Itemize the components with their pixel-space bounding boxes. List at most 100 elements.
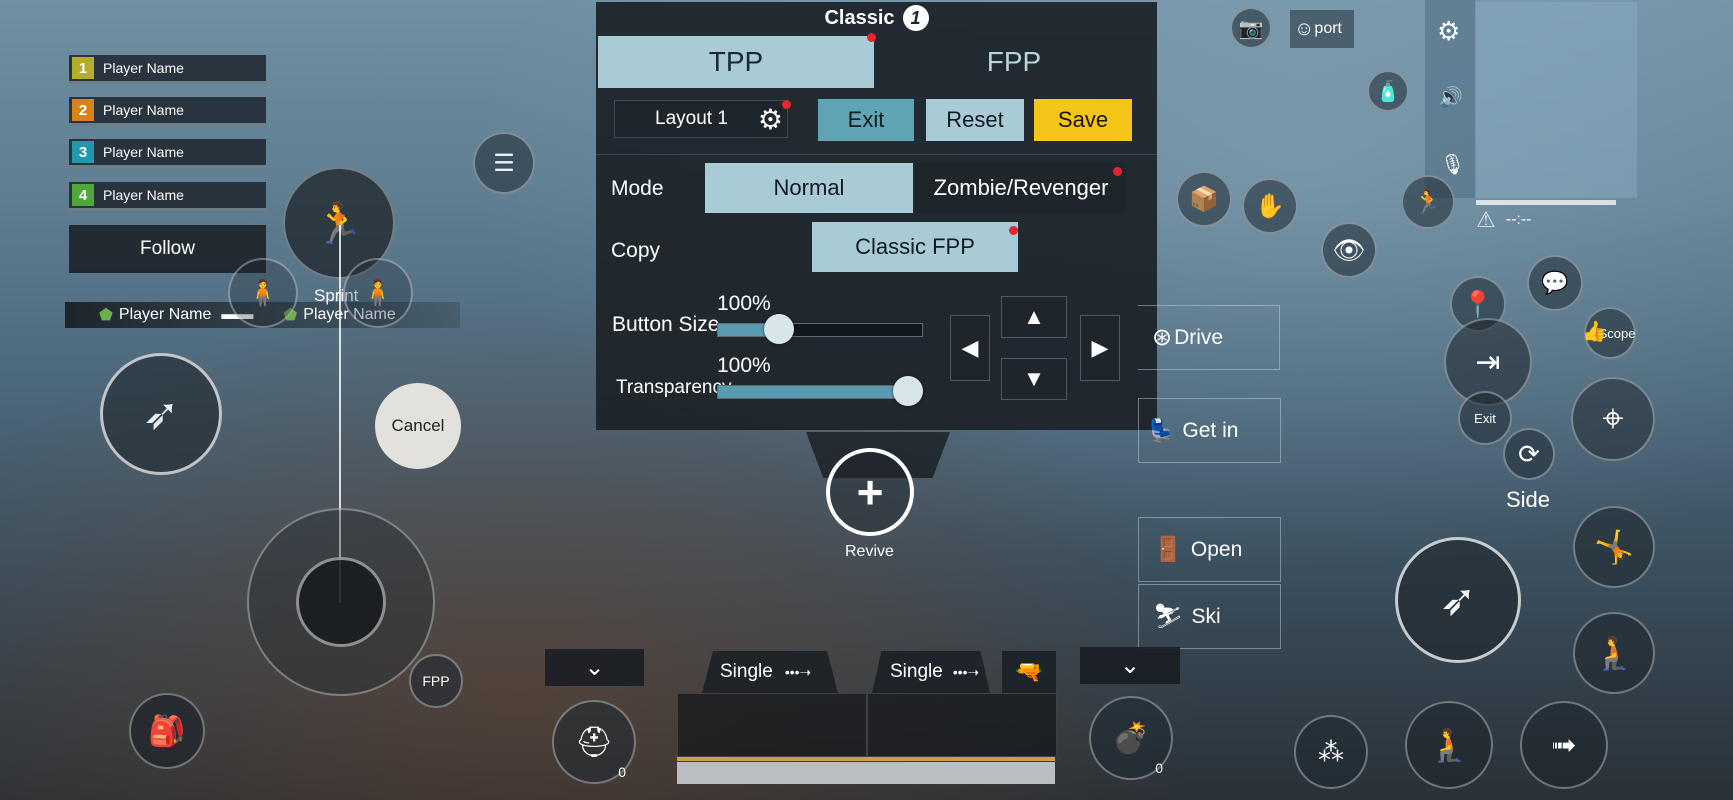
gear-icon[interactable]: ⚙ bbox=[1437, 16, 1460, 47]
vault-button[interactable]: Exit bbox=[1458, 391, 1512, 445]
move-left-button[interactable]: ◀ bbox=[950, 315, 990, 381]
fpp-label: FPP bbox=[422, 673, 450, 689]
crouch-button[interactable]: 🧍 bbox=[228, 258, 298, 328]
free-look-button[interactable]: 👁 bbox=[1321, 222, 1377, 278]
heal-expand-button[interactable]: ⌄ bbox=[545, 649, 644, 686]
layout-badge: 1 bbox=[902, 5, 929, 31]
weapon-slot-1[interactable] bbox=[677, 693, 867, 757]
teammate-number: 4 bbox=[72, 184, 94, 206]
spray-icon: 🧴 bbox=[1375, 80, 1401, 103]
exit-button[interactable]: Exit bbox=[818, 99, 914, 141]
exit-door-icon: ⇥ bbox=[1475, 345, 1501, 379]
killer-name: Player Name bbox=[118, 306, 212, 323]
gear-icon[interactable]: ⚙ bbox=[758, 103, 783, 136]
ski-label: Ski bbox=[1191, 604, 1221, 628]
perspective-toggle[interactable]: FPP bbox=[409, 654, 463, 708]
weapon-slot-2[interactable] bbox=[867, 693, 1057, 757]
rotate-icon: ⟳ bbox=[1518, 438, 1540, 469]
teammate-row-4: 4 Player Name bbox=[69, 182, 266, 211]
jump-icon: 🏃 bbox=[1413, 188, 1443, 216]
chat-button[interactable]: 💬 bbox=[1527, 255, 1583, 311]
microphone-icon[interactable]: 🎙 bbox=[1440, 152, 1465, 177]
ammo-button[interactable]: ⁂ bbox=[1294, 715, 1368, 789]
cancel-button[interactable]: Cancel bbox=[375, 383, 461, 469]
speaker-icon[interactable]: 🔊 bbox=[1438, 85, 1463, 110]
joystick-knob[interactable] bbox=[296, 557, 386, 647]
report-icon: ☺ bbox=[1294, 17, 1315, 40]
slider-knob[interactable] bbox=[764, 314, 794, 344]
movement-joystick[interactable] bbox=[247, 508, 435, 696]
side-switch-button[interactable]: ⟳ bbox=[1503, 428, 1555, 480]
loot-crate-button[interactable]: 📦 bbox=[1176, 171, 1232, 227]
prone-button[interactable]: ➟ bbox=[1520, 701, 1608, 789]
aim-button[interactable]: ⌖ bbox=[1571, 377, 1655, 461]
button-size-slider[interactable] bbox=[717, 314, 923, 344]
notification-dot bbox=[867, 33, 876, 42]
move-down-button[interactable]: ▼ bbox=[1001, 358, 1067, 400]
follow-button[interactable]: Follow bbox=[69, 225, 266, 273]
layout-selector[interactable]: Layout 1 ⚙ bbox=[614, 100, 788, 138]
screenshot-button[interactable]: 📷 bbox=[1230, 7, 1272, 49]
lean-icon: 🤸 bbox=[1594, 529, 1634, 565]
mode-zombie-option[interactable]: Zombie/Revenger bbox=[915, 163, 1127, 213]
backpack-button[interactable]: 🎒 bbox=[129, 693, 205, 769]
revive-button[interactable]: + bbox=[826, 448, 914, 536]
scope-button[interactable]: 👍 Scope bbox=[1582, 307, 1636, 359]
steering-wheel-icon: ⊛ bbox=[1152, 324, 1173, 351]
teammate-row-3: 3 Player Name bbox=[69, 139, 266, 168]
pistol-slot[interactable]: 🔫 bbox=[1002, 651, 1056, 693]
timer-text: --:-- bbox=[1505, 211, 1532, 228]
medkit-count: 0 bbox=[618, 764, 626, 780]
open-door-action[interactable]: 🚪 Open bbox=[1138, 517, 1281, 582]
move-right-button[interactable]: ▶ bbox=[1080, 315, 1120, 381]
reset-button[interactable]: Reset bbox=[926, 99, 1024, 141]
teammate-number: 2 bbox=[72, 99, 94, 121]
save-button[interactable]: Save bbox=[1034, 99, 1132, 141]
crouch-shooter-icon: 🧎 bbox=[1594, 635, 1634, 671]
fire-mode-icon: •••➝ bbox=[784, 663, 812, 680]
fire-mode-label: Single bbox=[720, 661, 773, 682]
map-toggle-button[interactable]: ☰ bbox=[473, 132, 535, 194]
lean-button[interactable]: 🤸 bbox=[1573, 506, 1655, 588]
weapon-slot-2-firemode[interactable]: Single •••➝ bbox=[872, 651, 990, 693]
weapon-slot-1-firemode[interactable]: Single •••➝ bbox=[702, 651, 838, 693]
mode-title: Classic bbox=[824, 6, 895, 29]
arrow-up-icon: ▲ bbox=[1023, 304, 1045, 329]
mode-normal-option[interactable]: Normal bbox=[705, 163, 913, 213]
get-in-action[interactable]: 💺 Get in bbox=[1138, 398, 1281, 463]
throwable-expand-button[interactable]: ⌄ bbox=[1080, 647, 1180, 684]
copy-layout-button[interactable]: Classic FPP bbox=[812, 222, 1018, 272]
peek-button[interactable]: 🧍 bbox=[343, 258, 413, 328]
kneel-icon: 🧎 bbox=[1429, 727, 1469, 763]
pickup-button[interactable]: ✋ bbox=[1242, 178, 1298, 234]
tab-tpp[interactable]: TPP bbox=[598, 36, 874, 88]
camera-icon: 📷 bbox=[1238, 17, 1264, 40]
peek-icon: 🧍 bbox=[361, 277, 395, 308]
eye-icon: 👁 bbox=[1332, 234, 1366, 265]
minimap[interactable] bbox=[1476, 2, 1637, 198]
transparency-slider[interactable] bbox=[717, 376, 923, 406]
slider-knob[interactable] bbox=[893, 376, 923, 406]
transparency-label: Transparency bbox=[616, 377, 732, 398]
move-up-button[interactable]: ▲ bbox=[1001, 296, 1067, 338]
notification-dot bbox=[1009, 226, 1018, 235]
fire-button-right[interactable]: ➶ bbox=[1395, 537, 1521, 663]
fire-mode-icon: •••➝ bbox=[952, 663, 980, 680]
medkit-button[interactable]: ⛑ 0 bbox=[552, 700, 636, 784]
medkit-icon: ⛑ bbox=[574, 725, 614, 759]
drive-action[interactable]: ⊛ Drive bbox=[1138, 305, 1280, 370]
jump-button[interactable]: 🏃 bbox=[1401, 175, 1455, 229]
divider bbox=[596, 154, 1157, 155]
seat-icon: 💺 bbox=[1147, 417, 1175, 443]
ski-action[interactable]: ⛷ Ski bbox=[1138, 584, 1281, 649]
hand-icon: ✋ bbox=[1255, 192, 1285, 220]
spray-button[interactable]: 🧴 bbox=[1367, 70, 1409, 112]
grenade-button[interactable]: 💣 0 bbox=[1089, 696, 1173, 780]
warning-icon: ⚠ bbox=[1476, 207, 1496, 232]
copy-label: Copy bbox=[611, 239, 661, 262]
crouch-stance-button[interactable]: 🧎 bbox=[1573, 612, 1655, 694]
fire-button-left[interactable]: ➶ bbox=[100, 353, 222, 475]
tab-fpp[interactable]: FPP bbox=[876, 36, 1152, 88]
report-button[interactable]: ☺ port bbox=[1290, 10, 1354, 48]
kneel-button[interactable]: 🧎 bbox=[1405, 701, 1493, 789]
